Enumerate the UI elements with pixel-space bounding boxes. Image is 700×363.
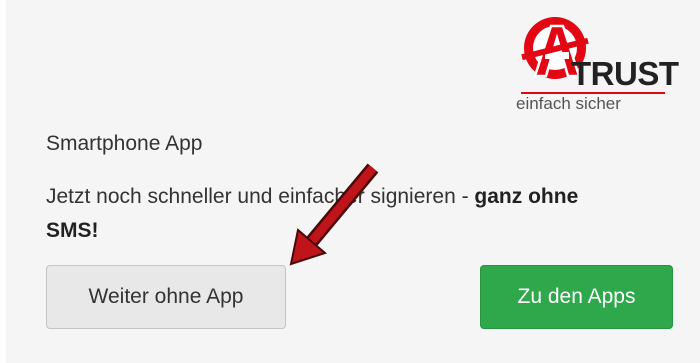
info-message: Jetzt noch schneller und einfacher signi… <box>46 180 626 248</box>
go-to-apps-button[interactable]: Zu den Apps <box>480 265 673 329</box>
info-message-text: Jetzt noch schneller und einfacher signi… <box>46 185 475 208</box>
logo-tagline: einfach sicher <box>516 94 621 113</box>
continue-without-app-button[interactable]: Weiter ohne App <box>46 265 286 329</box>
logo-wordmark: TRUST <box>571 55 679 92</box>
section-heading: Smartphone App <box>46 132 203 155</box>
